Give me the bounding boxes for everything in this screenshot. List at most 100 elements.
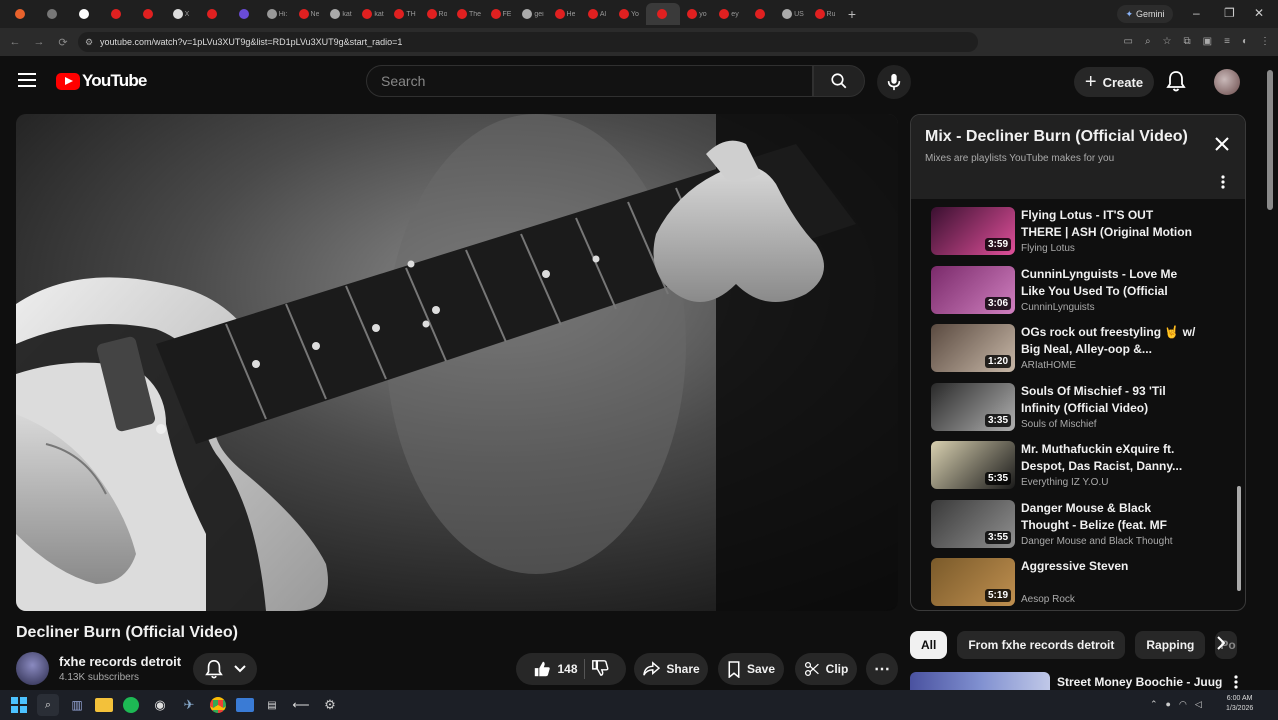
playlist-item-title[interactable]: Aggressive Steven	[1021, 558, 1196, 575]
playlist-scrollbar[interactable]	[1237, 203, 1242, 603]
page-scrollbar[interactable]	[1266, 60, 1274, 690]
zoom-icon[interactable]: ⌕	[1145, 36, 1151, 47]
save-button[interactable]: Save	[718, 653, 784, 685]
back-icon[interactable]: ←	[6, 36, 24, 48]
search-taskbar-icon[interactable]: ⌕	[37, 694, 59, 716]
playlist-more-button[interactable]	[1221, 175, 1225, 194]
browser-tab[interactable]	[38, 3, 68, 25]
browser-tab[interactable]	[230, 3, 260, 25]
browser-tab[interactable]: Ru	[810, 3, 840, 25]
spotify-icon[interactable]	[120, 694, 142, 716]
playlist-item-title[interactable]: OGs rock out freestyling 🤘 w/ Big Neal, …	[1021, 324, 1196, 358]
dislike-button[interactable]	[591, 659, 609, 680]
browser-tab[interactable]: US	[778, 3, 808, 25]
browser-tab[interactable]: The	[454, 3, 484, 25]
playlist-scroll-thumb[interactable]	[1237, 486, 1241, 591]
playlist-item[interactable]: 3:59 Flying Lotus - IT'S OUT THERE | ASH …	[931, 207, 1231, 257]
mic-tray-icon[interactable]: ●	[1166, 699, 1171, 710]
wifi-icon[interactable]: ◠	[1179, 699, 1187, 710]
settings-gear-icon[interactable]: ⚙	[319, 694, 341, 716]
browser-tab[interactable]	[6, 3, 36, 25]
maximize-button[interactable]: ❐	[1224, 6, 1235, 20]
bookmark-star-icon[interactable]: ☆	[1163, 36, 1172, 47]
browser-tab[interactable]	[746, 3, 776, 25]
playlist-item-title[interactable]: Flying Lotus - IT'S OUT THERE | ASH (Ori…	[1021, 207, 1196, 241]
close-window-button[interactable]: ✕	[1254, 6, 1264, 20]
taskbar-clock[interactable]: 6:00 AM 1/3/2026	[1226, 694, 1253, 714]
browser-tab[interactable]: FE	[486, 3, 516, 25]
browser-tab[interactable]: kat	[358, 3, 388, 25]
menu-icon[interactable]: ⋮	[1260, 36, 1270, 47]
split-view-icon[interactable]: ▣	[1203, 36, 1212, 47]
share-button[interactable]: Share	[634, 653, 708, 685]
playlist-item-thumbnail[interactable]: 3:35	[931, 382, 1015, 431]
playlist-item[interactable]: 3:06 CunninLynguists - Love Me Like You U…	[931, 265, 1231, 316]
filter-chip[interactable]: All	[910, 631, 948, 659]
subscription-notification-button[interactable]	[193, 653, 257, 685]
filter-chip[interactable]: From fxhe records detroit	[957, 631, 1126, 659]
notifications-button[interactable]	[1166, 70, 1186, 97]
browser-tab[interactable]: Ro	[422, 3, 452, 25]
back-app-icon[interactable]: ⟵	[290, 694, 312, 716]
media-icon[interactable]: ≡	[1224, 36, 1230, 47]
page-scroll-thumb[interactable]	[1267, 70, 1273, 210]
playlist-item-title[interactable]: Souls Of Mischief - 93 'Til Infinity (Of…	[1021, 383, 1196, 417]
gemini-button[interactable]: ✦ Gemini	[1117, 5, 1173, 23]
browser-tab[interactable]	[198, 3, 228, 25]
playlist-item-thumbnail[interactable]: 1:20	[931, 324, 1015, 372]
playlist-item-thumbnail[interactable]: 3:55	[931, 499, 1015, 548]
browser-tab[interactable]: yo	[682, 3, 712, 25]
minimize-button[interactable]: –	[1193, 6, 1200, 20]
site-info-icon[interactable]: ⚙	[85, 37, 93, 48]
browser-tab[interactable]: TH	[390, 3, 420, 25]
filter-chip[interactable]: Rapping	[1135, 631, 1206, 659]
browser-tab[interactable]	[646, 3, 680, 25]
browser-tab[interactable]: X	[166, 3, 196, 25]
browser-tab[interactable]: ey	[714, 3, 744, 25]
reload-icon[interactable]: ⟳	[54, 36, 72, 49]
browser-tab[interactable]: Yo	[614, 3, 644, 25]
search-input[interactable]: Search	[366, 65, 813, 97]
menu-hamburger-icon[interactable]	[18, 73, 36, 87]
browser-tab[interactable]	[134, 3, 164, 25]
browser-tab[interactable]: Al	[582, 3, 612, 25]
playlist-item-thumbnail[interactable]: 5:35	[931, 441, 1015, 489]
playlist-item-title[interactable]: Danger Mouse & Black Thought - Belize (f…	[1021, 500, 1196, 534]
forward-icon[interactable]: →	[30, 36, 48, 48]
playlist-item-thumbnail[interactable]: 3:06	[931, 265, 1015, 314]
channel-name[interactable]: fxhe records detroit	[59, 654, 181, 669]
tray-chevron-icon[interactable]: ⌃	[1150, 699, 1158, 710]
cast-icon[interactable]: ▭	[1123, 36, 1132, 47]
video-player[interactable]	[16, 114, 898, 611]
file-explorer-icon[interactable]	[95, 698, 113, 712]
browser-tab[interactable]: kat	[326, 3, 356, 25]
like-button[interactable]: 148	[533, 660, 578, 678]
close-playlist-button[interactable]	[1214, 136, 1230, 157]
related-video-thumbnail[interactable]	[910, 672, 1050, 690]
playlist-item[interactable]: 5:35 Mr. Muthafuckin eXquire ft. Despot, …	[931, 441, 1231, 491]
youtube-logo[interactable]: YouTube	[56, 71, 147, 91]
profile-icon[interactable]: ◐	[1242, 36, 1248, 47]
browser-tab[interactable]: gei	[518, 3, 548, 25]
new-tab-button[interactable]: +	[842, 6, 862, 22]
related-video-title[interactable]: Street Money Boochie - Juug	[1057, 675, 1222, 689]
channel-avatar[interactable]	[16, 652, 49, 685]
account-avatar[interactable]	[1214, 69, 1240, 95]
browser-tab[interactable]	[102, 3, 132, 25]
create-button[interactable]: + Create	[1074, 67, 1154, 97]
playlist-item[interactable]: 3:35 Souls Of Mischief - 93 'Til Infinity…	[931, 382, 1231, 433]
playlist-item-title[interactable]: Mr. Muthafuckin eXquire ft. Despot, Das …	[1021, 441, 1196, 475]
playlist-item-thumbnail[interactable]: 5:19	[931, 558, 1015, 606]
steam-icon[interactable]: ✈	[178, 694, 200, 716]
voice-search-button[interactable]	[877, 65, 911, 99]
playlist-item-title[interactable]: CunninLynguists - Love Me Like You Used …	[1021, 266, 1196, 300]
search-button[interactable]	[813, 65, 865, 97]
browser-tab[interactable]: Hi:	[262, 3, 292, 25]
chrome-icon[interactable]	[207, 694, 229, 716]
photos-icon[interactable]	[236, 698, 254, 712]
browser-tab[interactable]: Ne	[294, 3, 324, 25]
extensions-icon[interactable]: ⧉	[1184, 36, 1191, 47]
playlist-item[interactable]: 1:20 OGs rock out freestyling 🤘 w/ Big Ne…	[931, 324, 1231, 374]
github-icon[interactable]: ◉	[149, 694, 171, 716]
playlist-item[interactable]: 5:19 Aggressive Steven Aesop Rock	[931, 558, 1231, 608]
